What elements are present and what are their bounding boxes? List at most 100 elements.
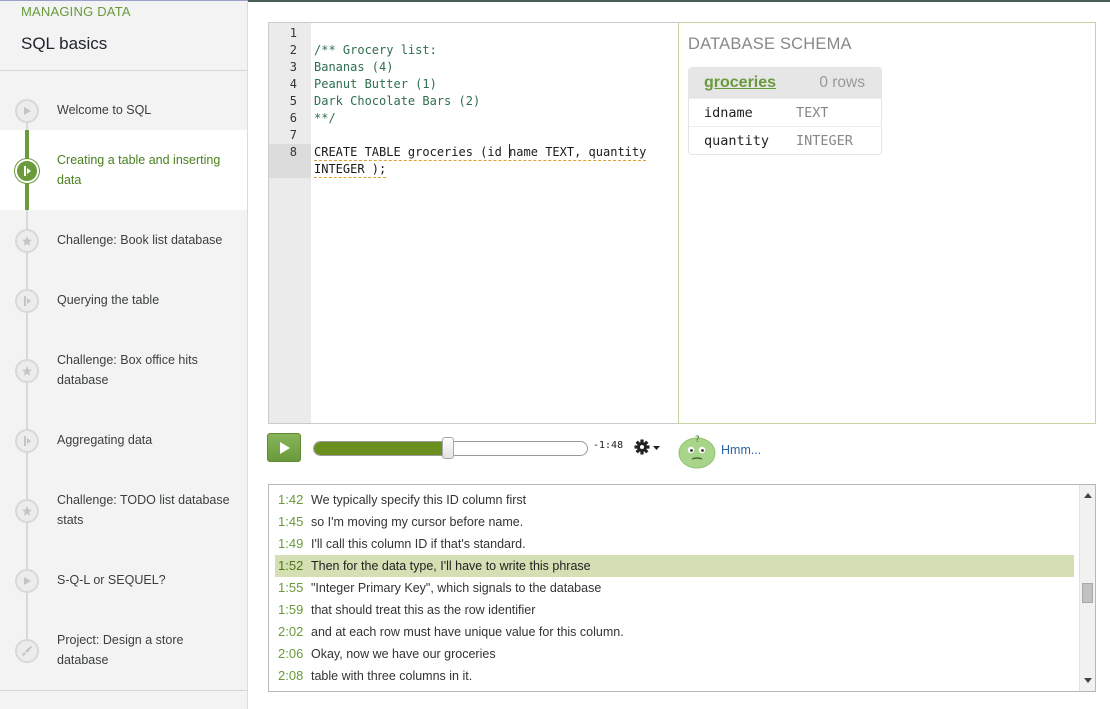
line-number: 6 [289,111,297,125]
transcript-line-current[interactable]: 1:52 Then for the data type, I'll have to… [275,555,1074,577]
transcript-text: Then for the data type, I'll have to wri… [311,559,591,573]
talkthrough-icon [15,289,39,313]
timestamp: 2:06 [278,646,304,661]
code-line-3: Bananas (4) [314,60,394,74]
transcript-text: We typically specify this ID column firs… [311,493,527,507]
lesson-label: Challenge: Book list database [57,233,223,247]
column-type: TEXT [796,105,829,121]
lesson-challenge-todo-list[interactable]: Challenge: TODO list database stats [0,470,247,550]
schema-column-row: idname TEXT [689,98,881,126]
settings-menu-button[interactable] [634,437,664,457]
sidebar-top-border [0,0,248,1]
column-name: quantity [704,133,770,149]
line-number: 7 [289,128,297,142]
code-line-6: **/ [314,111,336,125]
lesson-label: Querying the table [57,293,160,307]
transcript-text: table with three columns in it. [311,669,473,683]
line-number-gutter: 1 2 3 4 5 6 7 8 [269,23,311,423]
lesson-aggregating-data[interactable]: Aggregating data [0,400,247,480]
line-number: 3 [289,60,297,74]
transcript-text: that should treat this as the row identi… [311,603,536,617]
transcript-line[interactable]: 1:55 "Integer Primary Key", which signals… [275,577,1074,599]
gear-icon [634,439,660,455]
project-rocket-icon [15,639,39,663]
challenge-star-icon [15,499,39,523]
scrollbar-thumb[interactable] [1082,583,1093,603]
play-icon [15,99,39,123]
timestamp: 1:45 [278,514,304,529]
play-icon [15,569,39,593]
code-line-4: Peanut Butter (1) [314,77,437,91]
code-line-5: Dark Chocolate Bars (2) [314,94,481,108]
schema-title: DATABASE SCHEMA [688,35,852,53]
line-number: 5 [289,94,297,108]
code-line-8-wrap: INTEGER ); [314,162,387,178]
transcript-text: Okay, now we have our groceries [311,647,496,661]
help-link[interactable]: Hmm... [721,443,761,457]
code-line-2: /** Grocery list: [314,43,437,57]
lesson-creating-a-table[interactable]: Creating a table and inserting data [0,130,247,210]
lesson-label: Creating a table and inserting data [57,153,221,187]
scroll-up-icon[interactable] [1084,493,1092,498]
line-number: 2 [289,43,297,57]
column-type: INTEGER [796,133,853,149]
transcript-text: "Integer Primary Key", which signals to … [311,581,602,595]
code-editor[interactable]: 1 2 3 4 5 6 7 8 /** Grocery list: Banana… [268,22,678,424]
transcript-text: I'll call this column ID if that's stand… [311,537,526,551]
line-number: 4 [289,77,297,91]
challenge-star-icon [15,229,39,253]
timestamp: 1:42 [278,492,304,507]
timestamp: 1:52 [278,558,304,573]
code-line-8: CREATE TABLE groceries (id name TEXT, qu… [314,144,647,161]
transcript-panel[interactable]: 1:42 We typically specify this ID column … [268,484,1096,692]
scroll-down-icon[interactable] [1084,678,1092,683]
transcript-line[interactable]: 1:42 We typically specify this ID column … [275,489,1074,511]
timestamp: 2:02 [278,624,304,639]
timestamp: 1:49 [278,536,304,551]
transcript-line[interactable]: 2:08 table with three columns in it. [275,665,1074,687]
lesson-project-store-database[interactable]: Project: Design a store database [0,610,247,690]
transcript-line[interactable]: 1:59 that should treat this as the row id… [275,599,1074,621]
lesson-label: Project: Design a store database [57,633,184,667]
timestamp: 1:59 [278,602,304,617]
challenge-star-icon [15,359,39,383]
lesson-label: Challenge: TODO list database stats [57,493,230,527]
main-top-border [248,0,1110,2]
lesson-label: Aggregating data [57,433,153,447]
talkthrough-icon [15,159,39,183]
transcript-line[interactable]: 1:49 I'll call this column ID if that's s… [275,533,1074,555]
timestamp: 2:08 [278,668,304,683]
line-number-current: 8 [269,144,311,178]
app-root: MANAGING DATA SQL basics Welcome to SQL … [0,0,1110,709]
table-name-link[interactable]: groceries [704,74,776,92]
lesson-challenge-box-office[interactable]: Challenge: Box office hits database [0,330,247,410]
progress-scrubber-handle[interactable] [442,437,454,459]
progress-fill [314,442,448,455]
lesson-sidebar: MANAGING DATA SQL basics Welcome to SQL … [0,0,248,709]
code-text-before-cursor: CREATE TABLE groceries (id [314,145,510,159]
code-text-after-cursor: name TEXT, quantity [509,145,647,159]
transcript-line[interactable]: 2:02 and at each row must have unique val… [275,621,1074,643]
transcript-scrollbar[interactable] [1079,485,1095,691]
schema-table-card: groceries 0 rows idname TEXT quantity IN… [688,67,882,155]
column-name: idname [704,105,753,121]
lesson-label: S-Q-L or SEQUEL? [57,573,166,587]
unit-title[interactable]: SQL basics [21,34,107,54]
transcript-line[interactable]: 2:06 Okay, now we have our groceries [275,643,1074,665]
lesson-label: Welcome to SQL [57,103,152,117]
transcript-text: and at each row must have unique value f… [311,625,624,639]
time-remaining: -1:48 [593,440,624,451]
schema-table-header: groceries 0 rows [689,68,881,98]
play-button[interactable] [267,433,301,462]
schema-column-row: quantity INTEGER [689,126,881,154]
lesson-querying-the-table[interactable]: Querying the table [0,260,247,340]
transcript-line[interactable]: 1:45 so I'm moving my cursor before name. [275,511,1074,533]
row-count: 0 rows [819,74,865,91]
hmm-avatar-icon[interactable]: ? [678,432,718,470]
play-icon [280,442,290,454]
transcript-text: so I'm moving my cursor before name. [311,515,524,529]
timestamp: 1:55 [278,580,304,595]
line-number: 1 [289,26,297,40]
lesson-sql-or-sequel[interactable]: S-Q-L or SEQUEL? [0,540,247,620]
section-label[interactable]: MANAGING DATA [21,4,131,19]
